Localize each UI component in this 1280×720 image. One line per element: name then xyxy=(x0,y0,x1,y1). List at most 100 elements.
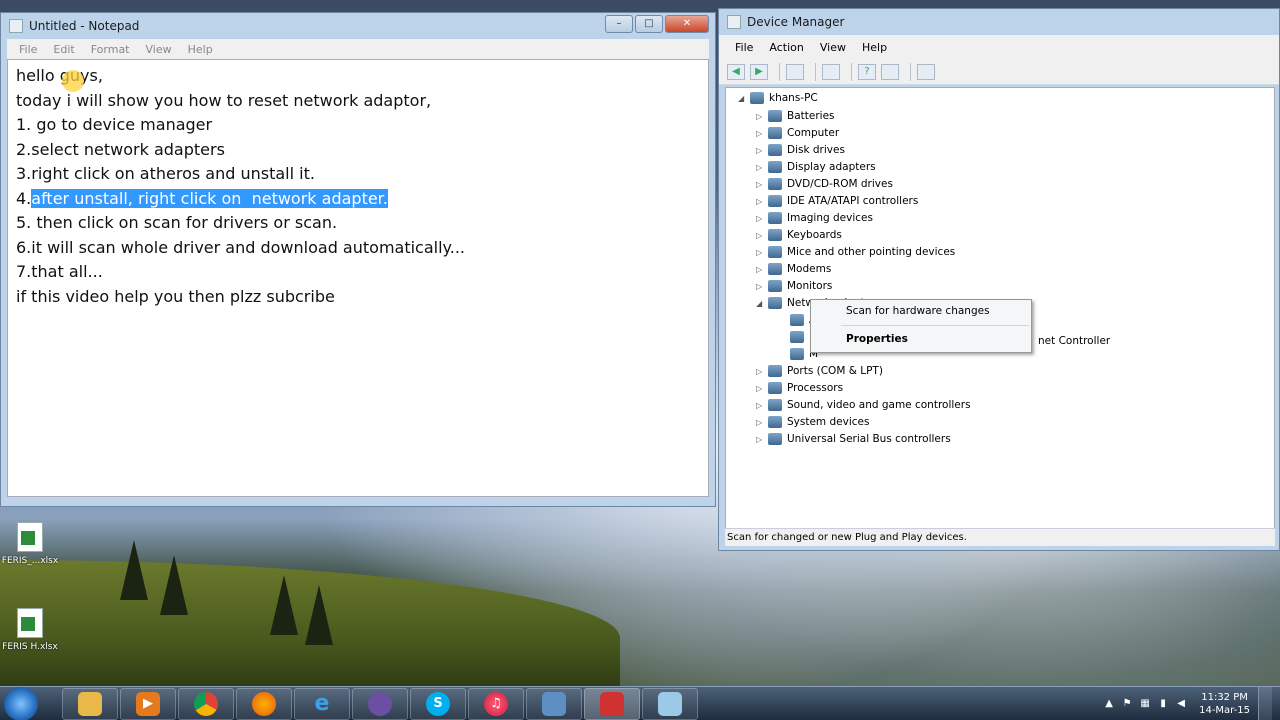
taskbar-device-manager[interactable] xyxy=(526,687,582,720)
signal-icon[interactable]: ▮ xyxy=(1157,698,1169,710)
expand-arrow-icon[interactable]: ▷ xyxy=(756,112,766,121)
tree-item-disk-drives[interactable]: ▷ Disk drives xyxy=(756,142,845,158)
back-icon[interactable]: ◀ xyxy=(727,63,745,80)
show-hidden-icons-icon[interactable]: ▲ xyxy=(1103,698,1115,710)
expand-arrow-icon[interactable]: ▷ xyxy=(756,197,766,206)
expand-arrow-icon[interactable]: ▷ xyxy=(756,418,766,427)
taskbar-itunes[interactable]: ♫ xyxy=(468,687,524,720)
menu-item-properties[interactable]: Properties xyxy=(846,333,908,345)
notepad-title: Untitled - Notepad xyxy=(29,19,140,33)
text-line: 2.select network adapters xyxy=(16,139,225,159)
device-manager-titlebar[interactable]: Device Manager xyxy=(719,9,1279,35)
update-driver-icon[interactable] xyxy=(881,63,899,80)
tree-item-label: Keyboards xyxy=(787,229,842,241)
tree-item-sound-controllers[interactable]: ▷ Sound, video and game controllers xyxy=(756,397,971,413)
wallpaper-tree xyxy=(305,585,333,645)
forward-icon[interactable]: ▶ xyxy=(750,63,768,80)
tree-item-modems[interactable]: ▷ Modems xyxy=(756,261,831,277)
menu-separator xyxy=(841,325,1029,326)
expand-arrow-icon[interactable]: ▷ xyxy=(756,146,766,155)
expand-arrow-icon[interactable]: ▷ xyxy=(756,129,766,138)
network-adapter-icon xyxy=(790,331,804,343)
taskbar-notepad[interactable] xyxy=(642,687,698,720)
itunes-icon: ♫ xyxy=(484,691,508,716)
notepad-text-area[interactable]: hello guys, today i will show you how to… xyxy=(7,59,709,497)
network-adapter-icon xyxy=(790,314,804,326)
taskbar-firefox[interactable] xyxy=(236,687,292,720)
taskbar-explorer[interactable] xyxy=(62,687,118,720)
expand-arrow-icon[interactable]: ▷ xyxy=(756,401,766,410)
tree-item-ide-controllers[interactable]: ▷ IDE ATA/ATAPI controllers xyxy=(756,193,918,209)
expand-arrow-icon[interactable]: ▷ xyxy=(756,180,766,189)
menu-help[interactable]: Help xyxy=(180,43,221,56)
maximize-button[interactable]: □ xyxy=(635,15,663,33)
volume-icon[interactable]: ◀ xyxy=(1175,698,1187,710)
tree-item-label: Disk drives xyxy=(787,144,845,156)
tree-item-batteries[interactable]: ▷ Batteries xyxy=(756,108,835,124)
collapse-arrow-icon[interactable]: ◢ xyxy=(756,299,766,308)
tree-item-keyboards[interactable]: ▷ Keyboards xyxy=(756,227,842,243)
tree-item-mice[interactable]: ▷ Mice and other pointing devices xyxy=(756,244,955,260)
expand-arrow-icon[interactable]: ▷ xyxy=(756,248,766,257)
help-icon[interactable]: ? xyxy=(858,63,876,80)
tree-item-system-devices[interactable]: ▷ System devices xyxy=(756,414,869,430)
menu-item-scan-hardware[interactable]: Scan for hardware changes xyxy=(846,305,990,317)
collapse-arrow-icon[interactable]: ◢ xyxy=(738,94,748,103)
flag-icon[interactable]: ⚑ xyxy=(1121,698,1133,710)
tree-item-dvd-drives[interactable]: ▷ DVD/CD-ROM drives xyxy=(756,176,893,192)
taskbar-media-player[interactable]: ▶ xyxy=(120,687,176,720)
firefox-icon xyxy=(252,691,276,716)
clock-time: 11:32 PM xyxy=(1201,692,1248,703)
menu-format[interactable]: Format xyxy=(83,43,138,56)
clock-date: 14-Mar-15 xyxy=(1199,705,1250,716)
taskbar-media-app[interactable] xyxy=(352,687,408,720)
expand-arrow-icon[interactable]: ▷ xyxy=(756,435,766,444)
taskbar-skype[interactable]: S xyxy=(410,687,466,720)
expand-arrow-icon[interactable]: ▷ xyxy=(756,282,766,291)
start-button[interactable] xyxy=(4,686,38,720)
desktop-icon-feris-2[interactable]: FERIS H.xlsx xyxy=(0,608,60,652)
menu-action[interactable]: Action xyxy=(761,41,811,54)
expand-arrow-icon[interactable]: ▷ xyxy=(756,367,766,376)
dvd-drive-icon xyxy=(768,178,782,190)
device-manager-window: Device Manager File Action View Help ◀ ▶… xyxy=(718,8,1280,551)
close-button[interactable]: ✕ xyxy=(665,15,709,33)
menu-view[interactable]: View xyxy=(812,41,854,54)
expand-arrow-icon[interactable]: ▷ xyxy=(756,265,766,274)
taskbar-toolbox[interactable] xyxy=(584,687,640,720)
menu-file[interactable]: File xyxy=(11,43,45,56)
context-menu: Scan for hardware changes Properties xyxy=(810,299,1032,353)
speaker-icon xyxy=(768,399,782,411)
expand-arrow-icon[interactable]: ▷ xyxy=(756,214,766,223)
tree-item-processors[interactable]: ▷ Processors xyxy=(756,380,843,396)
tree-item-computer[interactable]: ▷ Computer xyxy=(756,125,839,141)
console-tree-icon[interactable] xyxy=(786,63,804,80)
taskbar-ie[interactable]: e xyxy=(294,687,350,720)
ide-controller-icon xyxy=(768,195,782,207)
scan-hardware-icon[interactable] xyxy=(917,63,935,80)
tree-item-monitors[interactable]: ▷ Monitors xyxy=(756,278,832,294)
tree-item-display-adapters[interactable]: ▷ Display adapters xyxy=(756,159,876,175)
tree-item-imaging-devices[interactable]: ▷ Imaging devices xyxy=(756,210,873,226)
minimize-button[interactable]: – xyxy=(605,15,633,33)
text-line: 3.right click on atheros and unstall it. xyxy=(16,164,315,183)
tree-item-ports[interactable]: ▷ Ports (COM & LPT) xyxy=(756,363,883,379)
expand-arrow-icon[interactable]: ▷ xyxy=(756,163,766,172)
properties-icon[interactable] xyxy=(822,63,840,80)
tree-item-label: Mice and other pointing devices xyxy=(787,246,956,258)
clock[interactable]: 11:32 PM 14-Mar-15 xyxy=(1199,691,1250,717)
desktop-icon-feris-1[interactable]: FERIS_...xlsx xyxy=(0,522,60,566)
expand-arrow-icon[interactable]: ▷ xyxy=(756,384,766,393)
menu-help[interactable]: Help xyxy=(854,41,895,54)
show-desktop-button[interactable] xyxy=(1258,687,1272,720)
menu-file[interactable]: File xyxy=(727,41,761,54)
taskbar-chrome[interactable] xyxy=(178,687,234,720)
tree-item-usb-controllers[interactable]: ▷ Universal Serial Bus controllers xyxy=(756,431,951,447)
port-icon xyxy=(768,365,782,377)
menu-view[interactable]: View xyxy=(138,43,180,56)
network-icon[interactable]: ▦ xyxy=(1139,698,1151,710)
menu-edit[interactable]: Edit xyxy=(45,43,82,56)
tree-root-computer[interactable]: ◢ khans-PC xyxy=(738,92,818,104)
expand-arrow-icon[interactable]: ▷ xyxy=(756,231,766,240)
tree-item-label: Sound, video and game controllers xyxy=(787,399,971,411)
